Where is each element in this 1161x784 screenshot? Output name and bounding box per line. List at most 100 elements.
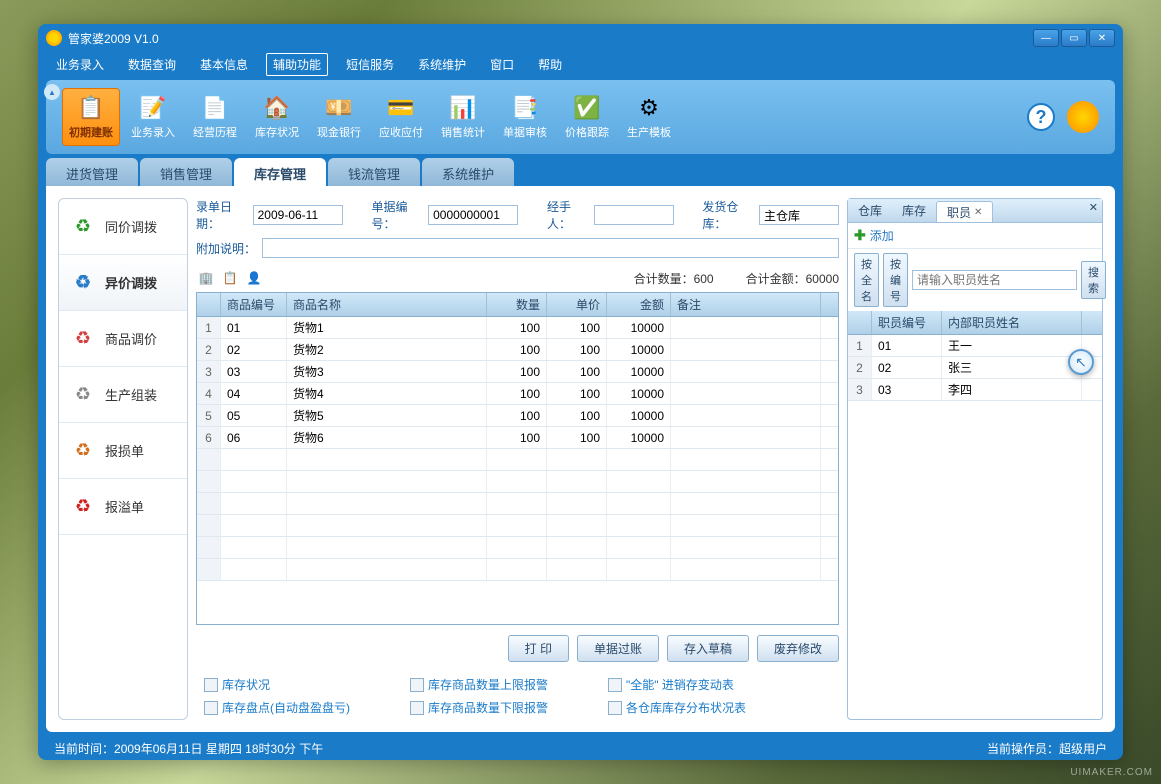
column-header[interactable]: 数量 [487, 293, 547, 316]
nav-item[interactable]: ♻同价调拨 [59, 199, 187, 255]
toolbar-button[interactable]: 📄经营历程 [186, 88, 244, 146]
table-row[interactable] [197, 471, 838, 493]
add-button[interactable]: 添加 [870, 227, 894, 244]
table-row[interactable] [197, 515, 838, 537]
table-row[interactable]: 101王一 [848, 335, 1102, 357]
table-row[interactable]: 505货物510010010000 [197, 405, 838, 427]
table-row[interactable]: 202货物210010010000 [197, 339, 838, 361]
menu-item[interactable]: 数据查询 [122, 54, 182, 75]
table-row[interactable] [197, 449, 838, 471]
main-tab[interactable]: 钱流管理 [328, 158, 420, 186]
nav-item[interactable]: ♻报溢单 [59, 479, 187, 535]
right-tab[interactable]: 职员 ✕ [936, 201, 993, 222]
nav-item[interactable]: ♻异价调拨 [59, 255, 187, 311]
person-icon[interactable]: 👤 [244, 268, 264, 288]
toggle-code[interactable]: 按编号 [883, 253, 908, 307]
note-input[interactable] [262, 238, 839, 258]
main-tab[interactable]: 销售管理 [140, 158, 232, 186]
link-icon [608, 678, 622, 692]
link-icon [204, 701, 218, 715]
menu-item[interactable]: 业务录入 [50, 54, 110, 75]
menu-item[interactable]: 基本信息 [194, 54, 254, 75]
link-icon [410, 701, 424, 715]
table-row[interactable]: 303李四 [848, 379, 1102, 401]
link[interactable]: 库存商品数量上限报警 [410, 676, 548, 693]
table-row[interactable]: 101货物110010010000 [197, 317, 838, 339]
toolbar-button[interactable]: 📝业务录入 [124, 88, 182, 146]
table-row[interactable]: 202张三 [848, 357, 1102, 379]
close-button[interactable]: ✕ [1089, 29, 1115, 47]
column-header[interactable] [848, 311, 872, 334]
column-header[interactable]: 金额 [607, 293, 671, 316]
toolbar-button[interactable]: 📑单据审核 [496, 88, 554, 146]
nav-item[interactable]: ♻商品调价 [59, 311, 187, 367]
link[interactable]: 库存盘点(自动盘盈盘亏) [204, 699, 350, 716]
status-time: 2009年06月11日 星期四 18时30分 下午 [114, 740, 323, 757]
menu-item[interactable]: 窗口 [484, 54, 520, 75]
search-button[interactable]: 搜索 [1081, 261, 1106, 299]
menu-item[interactable]: 短信服务 [340, 54, 400, 75]
main-tab[interactable]: 系统维护 [422, 158, 514, 186]
column-header[interactable]: 商品编号 [221, 293, 287, 316]
date-input[interactable] [253, 205, 343, 225]
main-tab[interactable]: 库存管理 [234, 158, 326, 186]
link[interactable]: 库存状况 [204, 676, 350, 693]
table-row[interactable] [197, 493, 838, 515]
link[interactable]: 库存商品数量下限报警 [410, 699, 548, 716]
column-header[interactable]: 商品名称 [287, 293, 487, 316]
handler-input[interactable] [594, 205, 674, 225]
toolbar-collapse-icon[interactable]: ▲ [44, 84, 60, 100]
right-grid[interactable]: 职员编号内部职员姓名 101王一202张三303李四 [848, 311, 1102, 719]
main-tab[interactable]: 进货管理 [46, 158, 138, 186]
docnum-label: 单据编号： [372, 198, 423, 232]
menu-item[interactable]: 系统维护 [412, 54, 472, 75]
column-header[interactable]: 职员编号 [872, 311, 942, 334]
orb-icon[interactable] [1067, 101, 1099, 133]
panel-close-icon[interactable]: ✕ [1089, 201, 1098, 214]
warehouse-input[interactable] [759, 205, 839, 225]
help-button[interactable]: ? [1027, 103, 1055, 131]
maximize-button[interactable]: ▭ [1061, 29, 1087, 47]
tab-close-icon[interactable]: ✕ [974, 207, 982, 218]
table-row[interactable] [197, 537, 838, 559]
menu-item[interactable]: 辅助功能 [266, 53, 328, 76]
nav-item[interactable]: ♻生产组装 [59, 367, 187, 423]
column-header[interactable]: 备注 [671, 293, 821, 316]
action-button[interactable]: 存入草稿 [667, 635, 749, 662]
table-row[interactable]: 606货物610010010000 [197, 427, 838, 449]
table-row[interactable]: 303货物310010010000 [197, 361, 838, 383]
titlebar[interactable]: 管家婆2009 V1.0 — ▭ ✕ [38, 24, 1123, 52]
link-icon [410, 678, 424, 692]
action-button[interactable]: 废弃修改 [757, 635, 839, 662]
toolbar-button[interactable]: 💴现金银行 [310, 88, 368, 146]
table-row[interactable] [197, 559, 838, 581]
toggle-fullname[interactable]: 按全名 [854, 253, 879, 307]
nav-item[interactable]: ♻报损单 [59, 423, 187, 479]
status-time-label: 当前时间： [54, 740, 114, 757]
main-grid[interactable]: 商品编号商品名称数量单价金额备注 101货物110010010000202货物2… [196, 292, 839, 625]
action-button[interactable]: 单据过账 [577, 635, 659, 662]
grid-icon-2[interactable]: 📋 [220, 268, 240, 288]
toolbar-button[interactable]: 📋初期建账 [62, 88, 120, 146]
toolbar-button[interactable]: 📊销售统计 [434, 88, 492, 146]
grid-icon-1[interactable]: 🏢 [196, 268, 216, 288]
toolbar-button[interactable]: ✅价格跟踪 [558, 88, 616, 146]
toolbar-button[interactable]: 🏠库存状况 [248, 88, 306, 146]
action-button[interactable]: 打 印 [508, 635, 569, 662]
toolbar: ▲ 📋初期建账📝业务录入📄经营历程🏠库存状况💴现金银行💳应收应付📊销售统计📑单据… [46, 80, 1115, 154]
right-tab[interactable]: 仓库 [848, 199, 892, 222]
toolbar-button[interactable]: 💳应收应付 [372, 88, 430, 146]
table-row[interactable]: 404货物410010010000 [197, 383, 838, 405]
status-user-label: 当前操作员： [987, 740, 1059, 757]
column-header[interactable]: 单价 [547, 293, 607, 316]
column-header[interactable] [197, 293, 221, 316]
right-tab[interactable]: 库存 [892, 199, 936, 222]
link[interactable]: 各仓库库存分布状况表 [608, 699, 746, 716]
menu-item[interactable]: 帮助 [532, 54, 568, 75]
docnum-input[interactable] [428, 205, 518, 225]
link[interactable]: "全能" 进销存变动表 [608, 676, 746, 693]
search-input[interactable] [912, 270, 1077, 290]
toolbar-button[interactable]: ⚙生产模板 [620, 88, 678, 146]
minimize-button[interactable]: — [1033, 29, 1059, 47]
column-header[interactable]: 内部职员姓名 [942, 311, 1082, 334]
